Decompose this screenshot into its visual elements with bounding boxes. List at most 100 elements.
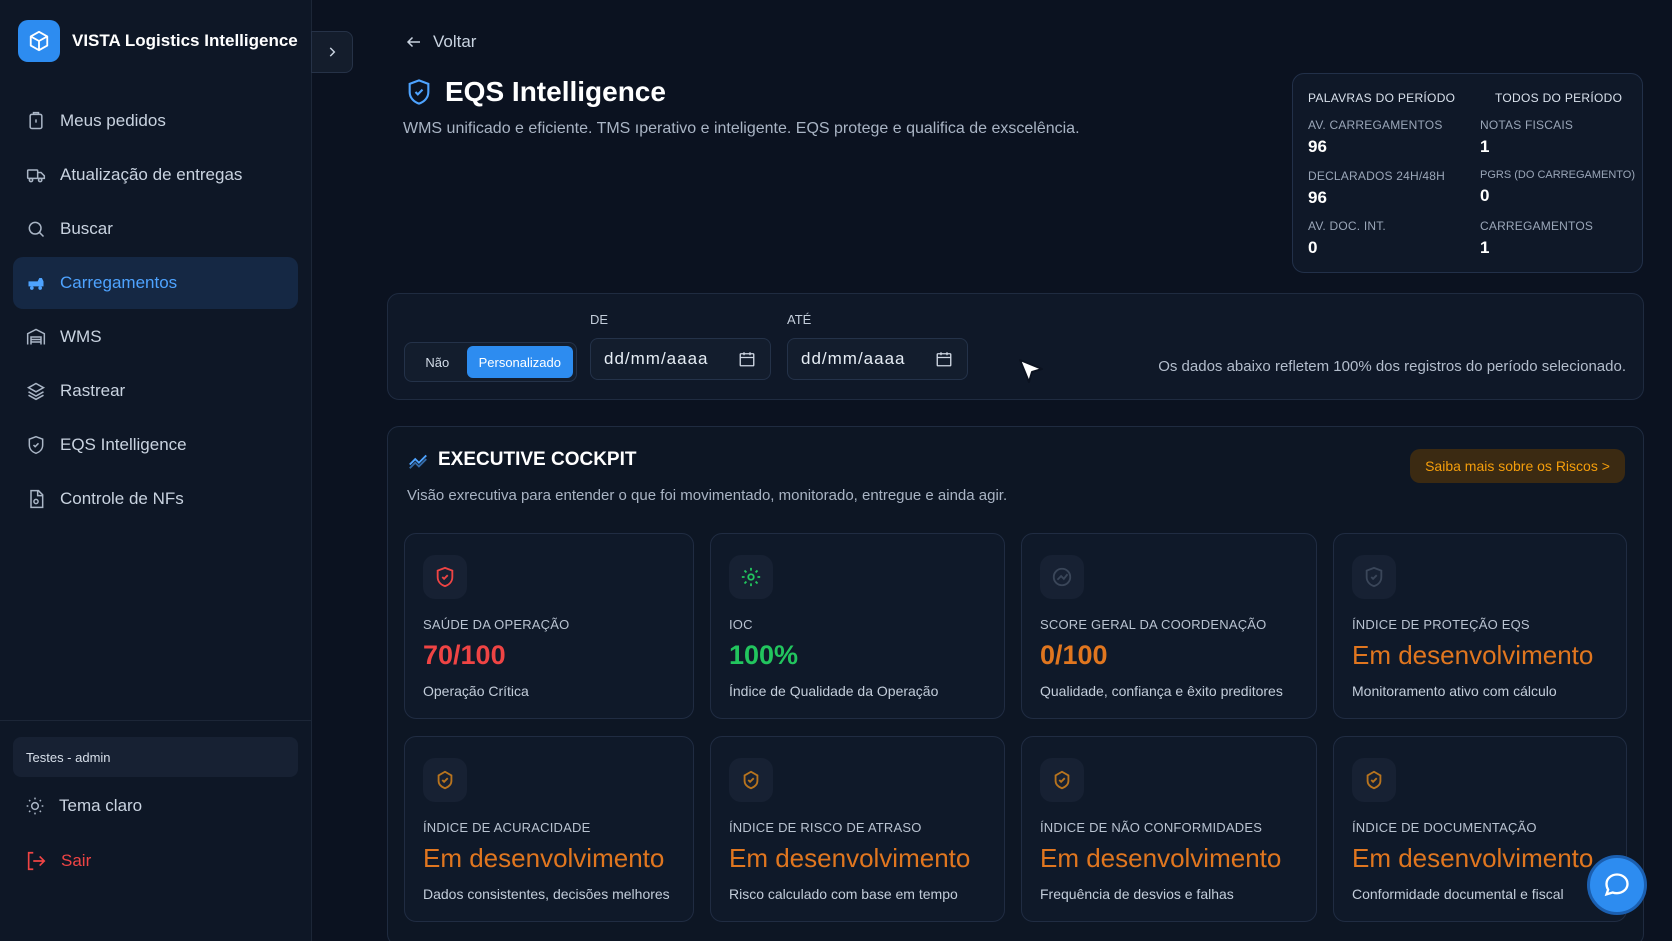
from-date-value: dd/mm/aaaa (604, 349, 709, 368)
kpi-value: Em desenvolvimento (1352, 640, 1594, 670)
cockpit-subtitle: Visão exrecutiva para entender o que foi… (407, 487, 1008, 504)
logout-button[interactable]: Sair (25, 845, 91, 877)
cockpit-title: EXECUTIVE COCKPIT (438, 449, 637, 470)
sidebar-item-buscar[interactable]: Buscar (13, 203, 298, 255)
sidebar-item-label: Carregamentos (60, 273, 178, 292)
executive-cockpit: EXECUTIVE COCKPIT Visão exrecutiva para … (387, 426, 1644, 941)
kpi-value: Em desenvolvimento (423, 843, 665, 873)
stat-value: 1 (1480, 238, 1490, 257)
page-title: EQS Intelligence (445, 76, 666, 107)
kpi-label: ÍNDICE DE ACURACIDADE (423, 820, 591, 835)
stat-label: AV. CARREGAMENTOS (1308, 118, 1443, 132)
sidebar-item-wms[interactable]: WMS (13, 311, 298, 363)
warehouse-icon (26, 328, 46, 345)
from-date-label: DE (590, 312, 609, 327)
brand[interactable]: VISTA Logistics Intelligence (18, 20, 298, 62)
sidebar: VISTA Logistics Intelligence Meus pedido… (0, 0, 312, 941)
kpi-card-nao-conformidades[interactable]: ÍNDICE DE NÃO CONFORMIDADES Em desenvolv… (1021, 736, 1317, 922)
logout-icon (27, 851, 46, 871)
calendar-icon[interactable] (935, 350, 953, 368)
kpi-value: 100% (729, 640, 799, 670)
sidebar-item-eqs-intelligence[interactable]: EQS Intelligence (13, 419, 298, 471)
kpi-description: Operação Crítica (423, 683, 529, 699)
toggle-personalizado[interactable]: Personalizado (466, 346, 573, 378)
toggle-nao[interactable]: Não (408, 346, 467, 378)
sidebar-divider (0, 720, 312, 721)
badge-icon (1040, 758, 1084, 802)
layers-icon (26, 382, 46, 401)
shield-icon (423, 555, 467, 599)
arrow-left-icon (406, 36, 420, 48)
badge-icon (423, 758, 467, 802)
kpi-card-saude[interactable]: SAÚDE DA OPERAÇÃO 70/100 Operação Crític… (404, 533, 694, 719)
sun-icon (26, 797, 44, 815)
sidebar-item-meus-pedidos[interactable]: Meus pedidos (13, 95, 298, 147)
sidebar-item-rastrear[interactable]: Rastrear (13, 365, 298, 417)
stat-value: 96 (1308, 137, 1327, 156)
loading-truck-icon (28, 278, 44, 290)
kpi-label: IOC (729, 617, 753, 632)
sidebar-item-label: Controle de NFs (60, 489, 184, 508)
kpi-description: Conformidade documental e fiscal (1352, 886, 1564, 902)
sidebar-item-label: Meus pedidos (60, 111, 166, 130)
period-stats-card: PALAVRAS DO PERÍODO TODOS DO PERÍODO AV.… (1292, 73, 1643, 273)
stat-label: AV. DOC. INT. (1308, 219, 1386, 233)
trend-icon (409, 454, 427, 469)
cockpit-header: EXECUTIVE COCKPIT (407, 449, 636, 471)
logout-label: Sair (61, 851, 92, 870)
shield-icon (1352, 555, 1396, 599)
kpi-description: Monitoramento ativo com cálculo (1352, 683, 1557, 699)
kpi-label: ÍNDICE DE NÃO CONFORMIDADES (1040, 820, 1263, 835)
stat-item: CARREGAMENTOS 1 (1480, 219, 1593, 258)
kpi-value: 70/100 (423, 640, 506, 670)
back-link[interactable]: Voltar (405, 32, 476, 52)
from-date-input[interactable]: dd/mm/aaaa (590, 338, 771, 380)
cube-icon (18, 20, 60, 62)
badge-icon (1352, 758, 1396, 802)
stat-value: 96 (1308, 188, 1327, 207)
kpi-description: Qualidade, confiança e êxito preditores (1040, 683, 1283, 699)
stat-item: PGRS (DO CARREGAMENTO) 0 (1480, 169, 1635, 206)
stat-item: AV. DOC. INT. 0 (1308, 219, 1386, 258)
shield-check-icon (408, 79, 430, 105)
stat-item: DECLARADOS 24H/48H 96 (1308, 169, 1445, 208)
to-date-input[interactable]: dd/mm/aaaa (787, 338, 968, 380)
chevron-right-icon (329, 47, 336, 57)
badge-icon (729, 758, 773, 802)
sidebar-item-label: Rastrear (60, 381, 126, 400)
theme-toggle[interactable]: Tema claro (25, 790, 142, 822)
period-toggle: Não Personalizado (404, 342, 577, 382)
stat-label: CARREGAMENTOS (1480, 219, 1594, 233)
kpi-description: Risco calculado com base em tempo (729, 886, 958, 902)
page-subtitle: WMS unificado e eficiente. TMS ıperativo… (403, 120, 1080, 137)
sidebar-toggle-button[interactable] (311, 31, 353, 73)
stats-header-right: TODOS DO PERÍODO (1495, 91, 1623, 105)
back-label: Voltar (433, 32, 477, 51)
kpi-label: SAÚDE DA OPERAÇÃO (423, 617, 570, 632)
app-title: VISTA Logistics Intelligence (72, 31, 298, 50)
kpi-card-risco-atraso[interactable]: ÍNDICE DE RISCO DE ATRASO Em desenvolvim… (710, 736, 1005, 922)
kpi-description: Dados consistentes, decisões melhores (423, 886, 670, 902)
sidebar-item-controle-nfs[interactable]: Controle de NFs (13, 473, 298, 525)
trend-icon (1040, 555, 1084, 599)
kpi-label: ÍNDICE DE DOCUMENTAÇÃO (1352, 820, 1537, 835)
calendar-icon[interactable] (738, 350, 756, 368)
kpi-card-protecao-eqs[interactable]: ÍNDICE DE PROTEÇÃO EQS Em desenvolviment… (1333, 533, 1627, 719)
kpi-card-ioc[interactable]: IOC 100% Índice de Qualidade da Operação (710, 533, 1005, 719)
risks-info-button[interactable]: Saiba mais sobre os Riscos > (1410, 449, 1625, 483)
kpi-card-documentacao[interactable]: ÍNDICE DE DOCUMENTAÇÃO Em desenvolviment… (1333, 736, 1627, 922)
user-badge: Testes - admin (13, 737, 298, 777)
kpi-description: Índice de Qualidade da Operação (729, 683, 939, 699)
kpi-value: 0/100 (1040, 640, 1108, 670)
chat-button[interactable] (1587, 855, 1647, 915)
kpi-card-acuracidade[interactable]: ÍNDICE DE ACURACIDADE Em desenvolvimento… (404, 736, 694, 922)
sidebar-item-atualizacao-entregas[interactable]: Atualização de entregas (13, 149, 298, 201)
to-date-value: dd/mm/aaaa (801, 349, 906, 368)
kpi-value: Em desenvolvimento (729, 843, 971, 873)
kpi-value: Em desenvolvimento (1352, 843, 1594, 873)
kpi-card-score-coordenacao[interactable]: SCORE GERAL DA COORDENAÇÃO 0/100 Qualida… (1021, 533, 1317, 719)
sidebar-item-carregamentos[interactable]: Carregamentos (13, 257, 298, 309)
theme-label: Tema claro (59, 796, 143, 815)
kpi-value: Em desenvolvimento (1040, 843, 1282, 873)
kpi-label: SCORE GERAL DA COORDENAÇÃO (1040, 617, 1267, 632)
